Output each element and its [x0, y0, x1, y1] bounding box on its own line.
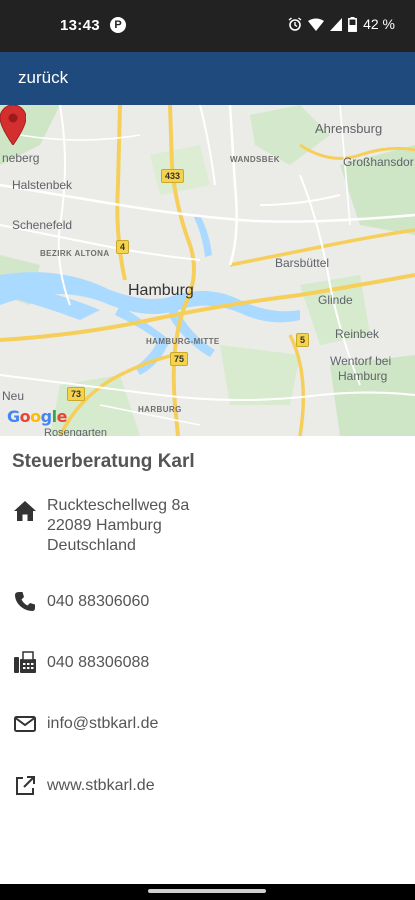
- road-badge-73: 73: [67, 387, 86, 401]
- road-badge-4: 4: [116, 240, 130, 254]
- external-link-icon: [16, 776, 35, 795]
- road-badge-433: 433: [161, 169, 185, 183]
- email-row[interactable]: info@stbkarl.de: [0, 711, 415, 737]
- navigation-bar: [0, 884, 415, 900]
- home-indicator[interactable]: [148, 889, 266, 893]
- address-city: 22089 Hamburg: [47, 517, 162, 534]
- map-label-hamburg-mitte: HAMBURG-MITTE: [146, 337, 220, 346]
- email-address: info@stbkarl.de: [47, 715, 159, 732]
- email-icon: [14, 716, 36, 732]
- signal-icon: [330, 17, 343, 31]
- fax-icon: [14, 651, 36, 673]
- home-icon: [14, 501, 36, 521]
- map-label-schenefeld: Schenefeld: [12, 218, 73, 232]
- map-label-barsbuettel: Barsbüttel: [275, 256, 330, 270]
- wifi-icon: [308, 18, 325, 31]
- app-bar: zurück: [0, 52, 415, 105]
- fax-row[interactable]: 040 88306088: [0, 650, 415, 676]
- map-label-grosshansdorf: Großhansdor: [343, 155, 414, 169]
- map-label-neu: Neu: [2, 389, 25, 403]
- map-view[interactable]: Ahrensburg neberg WANDSBEK Großhansdor H…: [0, 105, 415, 436]
- map-label-glinde: Glinde: [318, 293, 353, 307]
- map-label-wentorf-line1: Wentorf bei: [330, 354, 392, 368]
- map-label-reinbek: Reinbek: [335, 327, 380, 341]
- fax-number: 040 88306088: [47, 654, 150, 671]
- phone-row[interactable]: 040 88306060: [0, 589, 415, 615]
- map-label-wandsbek: WANDSBEK: [230, 155, 280, 164]
- map-label-halstenbek: Halstenbek: [12, 178, 73, 192]
- status-time: 13:43: [60, 17, 100, 34]
- company-name: Steuerberatung Karl: [12, 451, 195, 472]
- address-country: Deutschland: [47, 537, 136, 554]
- google-logo: Google: [7, 407, 67, 426]
- map-label-rosengarten: Rosengarten: [44, 427, 107, 436]
- road-badge-75: 75: [170, 352, 189, 366]
- map-label-wentorf-line2: Hamburg: [338, 369, 388, 383]
- map-label-bezirk-altona: BEZIRK ALTONA: [40, 249, 110, 258]
- back-button[interactable]: zurück: [18, 68, 68, 88]
- map-label-hamburg: Hamburg: [128, 282, 194, 299]
- battery-percentage: 42 %: [363, 16, 395, 32]
- address-row[interactable]: Ruckteschellweg 8a 22089 Hamburg Deutsch…: [0, 496, 415, 556]
- alarm-icon: [288, 17, 302, 31]
- notification-app-icon: P: [110, 17, 126, 33]
- map-label-eneberg: neberg: [2, 151, 40, 165]
- battery-icon: [348, 16, 358, 32]
- address-street: Ruckteschellweg 8a: [47, 497, 190, 514]
- road-badge-5: 5: [296, 333, 310, 347]
- map-label-harburg: HARBURG: [138, 405, 182, 414]
- phone-icon: [15, 592, 35, 611]
- website-row[interactable]: www.stbkarl.de: [0, 773, 415, 799]
- status-indicators: 42 %: [288, 16, 395, 32]
- status-bar: 13:43 P 42 %: [0, 0, 415, 52]
- phone-number: 040 88306060: [47, 593, 150, 610]
- website-url: www.stbkarl.de: [47, 777, 155, 794]
- map-label-ahrensburg: Ahrensburg: [315, 121, 383, 136]
- location-pin-icon[interactable]: [0, 105, 26, 145]
